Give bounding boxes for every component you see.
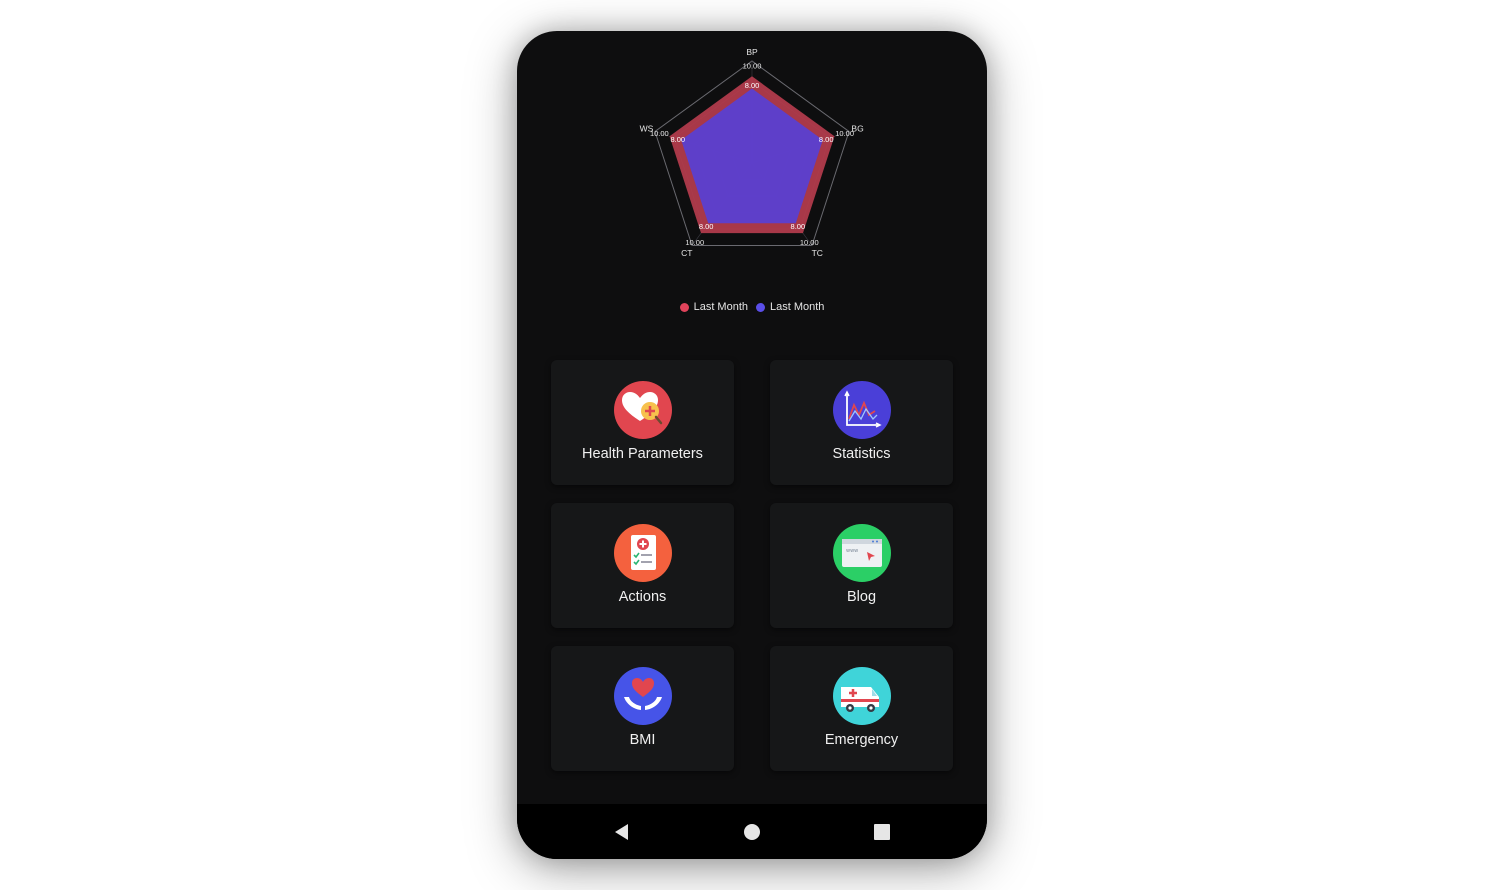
legend-swatch-red: [679, 302, 689, 312]
heart-search-icon: [613, 381, 672, 439]
emergency-card[interactable]: Emergency: [770, 646, 953, 771]
radar-chart: 10.008.0010.008.0010.008.0010.008.0010.0…: [640, 47, 864, 258]
svg-text:www: www: [846, 548, 858, 554]
radar-axis-label: WS: [640, 124, 654, 134]
actions-card[interactable]: Actions: [551, 503, 734, 628]
radar-tick-outer: 10.00: [743, 62, 762, 71]
ambulance-icon: [832, 667, 891, 725]
legend-item-blue[interactable]: Last Month: [756, 301, 824, 313]
radar-axis-label: BG: [851, 124, 863, 134]
card-label: BMI: [629, 732, 656, 748]
card-label: Statistics: [832, 446, 891, 462]
statistics-card[interactable]: Statistics: [770, 360, 953, 485]
legend-item-red[interactable]: Last Month: [679, 301, 748, 313]
radar-axis-label: CT: [681, 248, 692, 258]
phone-screen: 10.00 8.00 10.00 8.00 10.00 8.00 10.00 8.00 10.0…: [517, 31, 987, 859]
radar-tick-outer: 10.00: [800, 238, 819, 247]
card-label: Blog: [846, 589, 877, 605]
blog-card[interactable]: www Blog: [770, 503, 953, 628]
health-parameters-card[interactable]: Health Parameters: [551, 360, 734, 485]
legend-label: Last Month: [770, 301, 825, 313]
card-label: Health Parameters: [582, 446, 703, 462]
radar-axis-label: BP: [746, 47, 758, 57]
legend-label: Last Month: [693, 301, 748, 313]
radar-tick-inner: 8.00: [791, 222, 806, 231]
back-icon[interactable]: [612, 822, 632, 842]
radar-tick-inner: 8.00: [699, 222, 714, 231]
home-icon[interactable]: [742, 822, 762, 842]
medical-checklist-icon: [613, 524, 672, 582]
card-label: Emergency: [824, 732, 899, 748]
radar-series-blue: [681, 88, 823, 224]
heart-hands-icon: [613, 667, 672, 725]
radar-tick-outer: 10.00: [685, 238, 704, 247]
radar-tick-inner: 8.00: [745, 81, 760, 90]
recents-icon[interactable]: [872, 822, 892, 842]
radar-axis-label: TC: [812, 248, 823, 258]
radar-tick-inner: 8.00: [670, 135, 685, 144]
web-browser-icon: www: [832, 524, 891, 582]
chart-legend: Last Month Last Month: [517, 301, 987, 313]
android-nav-bar: [517, 804, 987, 859]
radar-tick-inner: 8.00: [819, 135, 834, 144]
bmi-card[interactable]: BMI: [551, 646, 734, 771]
card-label: Actions: [618, 589, 667, 605]
legend-swatch-blue: [756, 302, 765, 312]
line-chart-icon: [832, 381, 891, 439]
